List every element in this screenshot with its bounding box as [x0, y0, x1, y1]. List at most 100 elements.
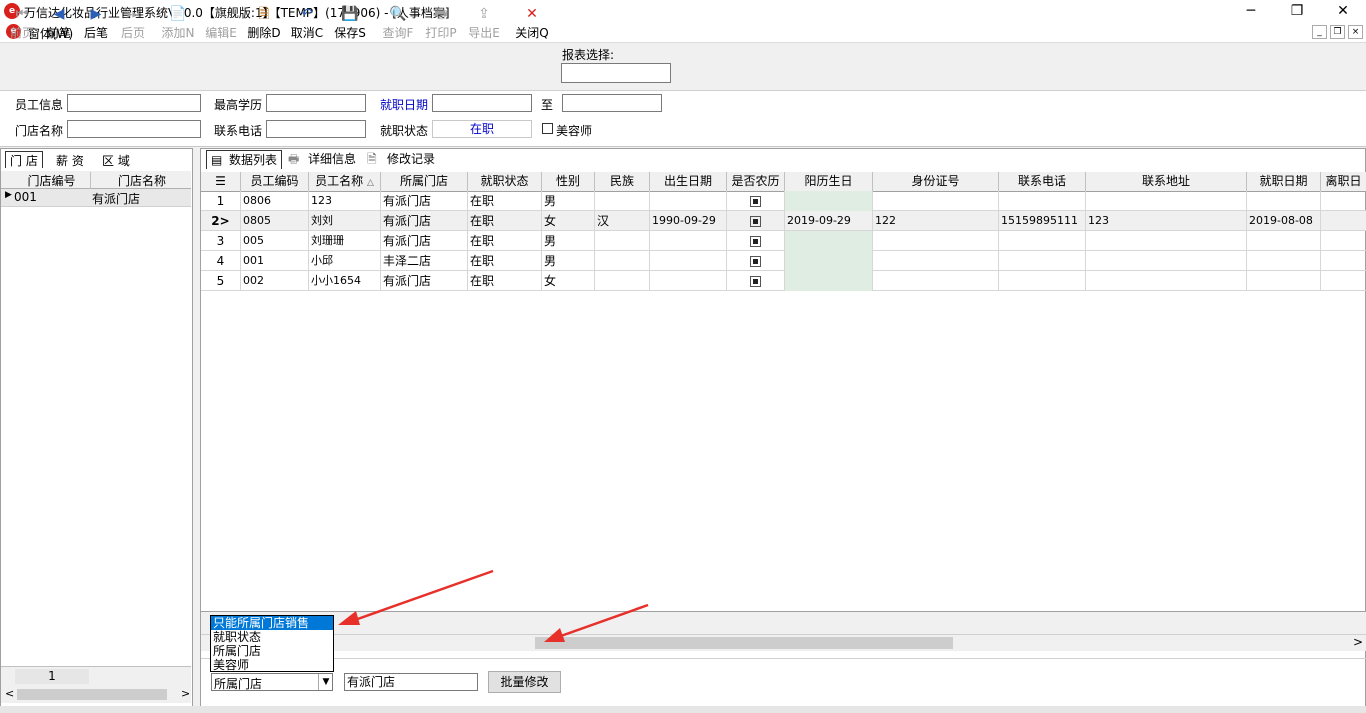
- cell-status: 在职: [468, 271, 542, 291]
- dropdown-option[interactable]: 只能所属门店销售: [211, 616, 333, 630]
- cell-solar-birthday: [785, 271, 873, 291]
- table-row[interactable]: 4 001 小邱 丰泽二店 在职 男: [201, 251, 1366, 271]
- page-number[interactable]: 1: [15, 669, 89, 684]
- add-button[interactable]: 📄 添加N: [157, 4, 199, 44]
- save-button[interactable]: 💾 保存S: [329, 4, 371, 44]
- cell-store: 有派门店: [381, 231, 468, 251]
- close-module-button[interactable]: ✕ 关闭Q: [511, 4, 553, 44]
- header-store-code[interactable]: 门店编号: [11, 172, 91, 189]
- first-page-button[interactable]: ⏮ 前页: [1, 4, 43, 44]
- mdi-close-button[interactable]: ×: [1348, 25, 1363, 39]
- row-index: 3: [201, 231, 241, 251]
- store-hscroll[interactable]: < >: [1, 687, 191, 703]
- print-button[interactable]: 🖶 打印P: [420, 4, 462, 44]
- header-emp-name[interactable]: 员工名称 △: [309, 172, 381, 191]
- header-leave-date[interactable]: 离职日: [1321, 172, 1366, 191]
- grid-menu-icon[interactable]: ☰: [201, 172, 241, 191]
- delete-button[interactable]: 🗎 删除D: [243, 4, 285, 44]
- minimize-button[interactable]: ─: [1228, 0, 1274, 22]
- dropdown-option[interactable]: 美容师: [211, 658, 333, 672]
- lunar-checkbox[interactable]: [750, 236, 761, 247]
- phone-input[interactable]: [266, 120, 366, 138]
- header-nation[interactable]: 民族: [595, 172, 650, 191]
- filter-panel: [0, 91, 1366, 147]
- query-button[interactable]: 🔍 查询F: [377, 4, 419, 44]
- header-store[interactable]: 所属门店: [381, 172, 468, 191]
- dropdown-option[interactable]: 就职状态: [211, 630, 333, 644]
- next-record-button[interactable]: ▶ 后笔: [75, 4, 117, 44]
- chevron-down-icon[interactable]: ▼: [318, 674, 333, 690]
- scroll-right-icon[interactable]: >: [1353, 635, 1363, 649]
- tab-data-list[interactable]: ▤ 数据列表: [206, 150, 283, 169]
- toolbar: [0, 43, 1366, 91]
- cell-leave-date: [1321, 211, 1366, 231]
- close-window-button[interactable]: ✕: [1320, 0, 1366, 22]
- header-hire-date[interactable]: 就职日期: [1247, 172, 1321, 191]
- header-phone[interactable]: 联系电话: [999, 172, 1086, 191]
- hire-date-from-input[interactable]: [432, 94, 532, 112]
- edit-icon: ✎: [215, 6, 227, 22]
- header-lunar[interactable]: 是否农历: [727, 172, 785, 191]
- mdi-minimize-button[interactable]: _: [1312, 25, 1327, 39]
- cell-nation: [595, 231, 650, 251]
- cell-solar-birthday: 2019-09-29: [785, 211, 873, 231]
- header-id-number[interactable]: 身份证号: [873, 172, 999, 191]
- batch-field-value: 所属门店: [214, 677, 263, 691]
- header-gender[interactable]: 性别: [542, 172, 595, 191]
- table-row[interactable]: 2> 0805 刘刘 有派门店 在职 女 汉 1990-09-29 2019-0…: [201, 211, 1366, 231]
- mdi-restore-button[interactable]: ❐: [1330, 25, 1345, 39]
- store-row[interactable]: ▶ 001 有派门店: [1, 189, 191, 207]
- edit-label: 编辑E: [205, 26, 237, 40]
- lunar-checkbox[interactable]: [750, 276, 761, 287]
- cell-phone: [999, 231, 1086, 251]
- table-row[interactable]: 3 005 刘珊珊 有派门店 在职 男: [201, 231, 1366, 251]
- lunar-checkbox[interactable]: [750, 196, 761, 207]
- hire-date-to-input[interactable]: [562, 94, 662, 112]
- status-select[interactable]: 在职: [432, 120, 532, 138]
- cell-address: 123: [1086, 211, 1247, 231]
- tab-store[interactable]: 门 店: [5, 151, 43, 168]
- cell-birth: [650, 271, 727, 291]
- header-store-name[interactable]: 门店名称: [91, 172, 191, 189]
- employee-info-input[interactable]: [67, 94, 201, 112]
- store-name-input[interactable]: [67, 120, 201, 138]
- cell-phone: [999, 191, 1086, 211]
- export-button[interactable]: ⇪ 导出E: [463, 4, 505, 44]
- maximize-button[interactable]: ❐: [1274, 0, 1320, 22]
- lunar-checkbox[interactable]: [750, 256, 761, 267]
- tab-detail[interactable]: 🖶 详细信息: [288, 150, 356, 168]
- detail-icon: 🖶: [288, 152, 300, 166]
- tab-region[interactable]: 区 域: [102, 152, 130, 169]
- header-emp-code[interactable]: 员工编码: [241, 172, 309, 191]
- last-page-button[interactable]: ⏭ 后页: [112, 4, 154, 44]
- table-row[interactable]: 5 002 小小1654 有派门店 在职 女: [201, 271, 1366, 291]
- beautician-checkbox[interactable]: [542, 123, 553, 134]
- tab-change-log[interactable]: 🗎 修改记录: [367, 150, 435, 168]
- last-page-icon: ⏭: [126, 6, 140, 22]
- scroll-right-icon[interactable]: >: [181, 687, 190, 700]
- lunar-checkbox[interactable]: [750, 216, 761, 227]
- batch-value-input[interactable]: 有派门店: [344, 673, 478, 691]
- header-birth[interactable]: 出生日期: [650, 172, 727, 191]
- cell-lunar: [727, 211, 785, 231]
- prev-record-button[interactable]: ◀ 前笔: [38, 4, 80, 44]
- store-scroll-thumb[interactable]: [17, 689, 167, 700]
- batch-field-select[interactable]: 所属门店 ▼: [211, 673, 333, 691]
- cell-status: 在职: [468, 211, 542, 231]
- header-address[interactable]: 联系地址: [1086, 172, 1247, 191]
- tab-salary[interactable]: 薪 资: [56, 152, 84, 169]
- report-select-input[interactable]: [561, 63, 671, 83]
- dropdown-option[interactable]: 所属门店: [211, 644, 333, 658]
- cancel-button[interactable]: ↶ 取消C: [286, 4, 328, 44]
- header-solar-birthday[interactable]: 阳历生日: [785, 172, 873, 191]
- header-status[interactable]: 就职状态: [468, 172, 542, 191]
- cell-birth: [650, 231, 727, 251]
- export-icon: ⇪: [478, 6, 490, 22]
- education-input[interactable]: [266, 94, 366, 112]
- batch-modify-button[interactable]: 批量修改: [488, 671, 561, 693]
- scroll-left-icon[interactable]: <: [5, 687, 14, 700]
- edit-button[interactable]: ✎ 编辑E: [200, 4, 242, 44]
- table-row[interactable]: 1 0806 123 有派门店 在职 男: [201, 191, 1366, 211]
- employee-info-label: 员工信息: [15, 98, 64, 112]
- cell-nation: [595, 271, 650, 291]
